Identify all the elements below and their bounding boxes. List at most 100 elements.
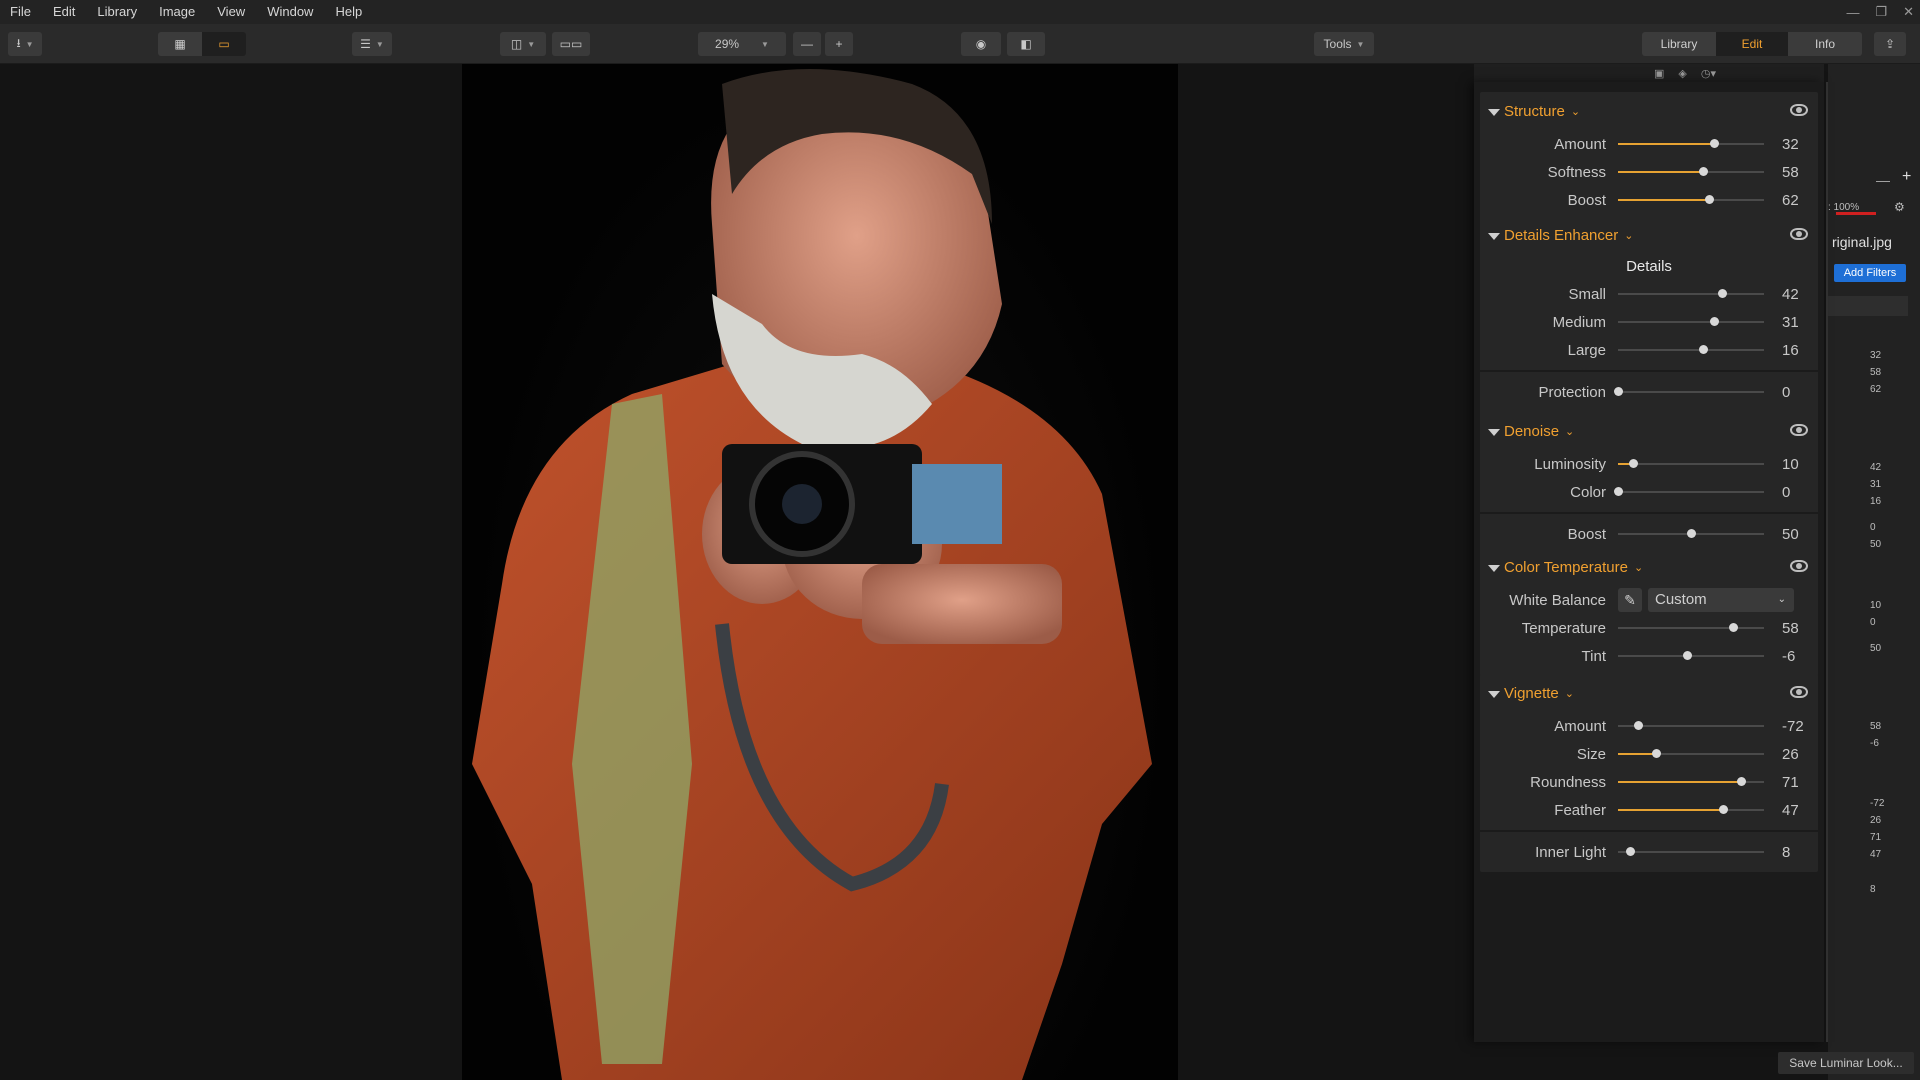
slider-handle[interactable] — [1710, 139, 1720, 148]
slider-value[interactable]: 16 — [1782, 342, 1799, 359]
slider-value[interactable]: 8 — [1782, 844, 1790, 861]
slider-track[interactable] — [1618, 167, 1764, 176]
zoom-out-button[interactable]: — — [793, 32, 821, 56]
menu-image[interactable]: Image — [148, 0, 206, 24]
slider-track[interactable] — [1618, 749, 1764, 758]
minimize-icon[interactable]: — — [1846, 5, 1859, 20]
slider-value[interactable]: 71 — [1782, 774, 1799, 791]
slider-vignette-amount[interactable]: Amount -72 — [1480, 712, 1818, 740]
slider-details-enhancer-small[interactable]: Small 42 — [1480, 280, 1818, 308]
slider-track[interactable] — [1618, 529, 1764, 538]
histogram-minus-icon[interactable]: — — [1876, 172, 1890, 188]
panel-scrollbar[interactable] — [1826, 82, 1828, 1042]
slider-denoise-luminosity[interactable]: Luminosity 10 — [1480, 450, 1818, 478]
slider-value[interactable]: -6 — [1782, 648, 1795, 665]
slider-track[interactable] — [1614, 387, 1764, 396]
chevron-down-icon[interactable]: ⌄ — [1571, 105, 1580, 118]
slider-value[interactable]: 42 — [1782, 286, 1799, 303]
slider-handle[interactable] — [1698, 345, 1708, 354]
slider-value[interactable]: 10 — [1782, 456, 1799, 473]
filmstrip-button[interactable]: ▭▭ — [552, 32, 590, 56]
section-header[interactable]: Structure ⌄ — [1480, 92, 1818, 130]
slider-details-enhancer-protection[interactable]: Protection 0 — [1480, 378, 1818, 406]
slider-color-temperature-tint[interactable]: Tint -6 — [1480, 642, 1818, 670]
slider-handle[interactable] — [1704, 195, 1714, 204]
save-look-button[interactable]: Save Luminar Look... — [1778, 1052, 1914, 1074]
collapse-triangle-icon[interactable] — [1488, 690, 1500, 698]
close-icon[interactable]: ✕ — [1903, 4, 1914, 20]
slider-track[interactable] — [1618, 459, 1764, 468]
slider-value[interactable]: 50 — [1782, 526, 1799, 543]
slider-value[interactable]: 0 — [1782, 384, 1790, 401]
eye-icon[interactable] — [1790, 424, 1808, 436]
histogram-plus-icon[interactable]: + — [1902, 168, 1911, 186]
slider-handle[interactable] — [1614, 487, 1623, 496]
slider-vignette-inner-light[interactable]: Inner Light 8 — [1480, 838, 1818, 866]
single-view-button[interactable]: ▭ — [202, 32, 246, 56]
slider-handle[interactable] — [1687, 529, 1696, 538]
slider-handle[interactable] — [1628, 459, 1638, 468]
slider-handle[interactable] — [1736, 777, 1746, 786]
slider-handle[interactable] — [1717, 289, 1727, 298]
slider-denoise-color[interactable]: Color 0 — [1480, 478, 1818, 506]
slider-handle[interactable] — [1709, 317, 1719, 326]
slider-handle[interactable] — [1682, 651, 1692, 660]
slider-value[interactable]: 58 — [1782, 620, 1799, 637]
slider-vignette-size[interactable]: Size 26 — [1480, 740, 1818, 768]
slider-handle[interactable] — [1698, 167, 1708, 176]
slider-track[interactable] — [1618, 777, 1764, 786]
eye-icon[interactable] — [1790, 560, 1808, 572]
preview-button[interactable]: ◉ — [961, 32, 1001, 56]
menu-view[interactable]: View — [206, 0, 256, 24]
slider-track[interactable] — [1614, 487, 1764, 496]
slider-track[interactable] — [1618, 651, 1764, 660]
slider-structure-amount[interactable]: Amount 32 — [1480, 130, 1818, 158]
chevron-down-icon[interactable]: ⌄ — [1624, 229, 1633, 242]
slider-value[interactable]: 58 — [1782, 164, 1799, 181]
eye-icon[interactable] — [1790, 228, 1808, 240]
tab-edit[interactable]: Edit — [1716, 32, 1788, 56]
slider-track[interactable] — [1618, 289, 1764, 298]
slider-value[interactable]: 0 — [1782, 484, 1790, 501]
slider-structure-boost[interactable]: Boost 62 — [1480, 186, 1818, 214]
slider-value[interactable]: -72 — [1782, 718, 1804, 735]
collapse-triangle-icon[interactable] — [1488, 564, 1500, 572]
tab-library[interactable]: Library — [1642, 32, 1716, 56]
image-icon[interactable]: ▣ — [1654, 67, 1664, 80]
restore-icon[interactable]: ❐ — [1875, 4, 1887, 20]
slider-track[interactable] — [1618, 805, 1764, 814]
compare-button[interactable]: ◧ — [1007, 32, 1045, 56]
slider-handle[interactable] — [1719, 805, 1729, 814]
menu-help[interactable]: Help — [324, 0, 373, 24]
layers-icon[interactable]: ◈ — [1678, 67, 1686, 80]
menu-file[interactable]: File — [0, 0, 42, 24]
slider-value[interactable]: 26 — [1782, 746, 1799, 763]
eye-icon[interactable] — [1790, 686, 1808, 698]
collapse-triangle-icon[interactable] — [1488, 428, 1500, 436]
chevron-down-icon[interactable]: ⌄ — [1565, 687, 1574, 700]
eye-icon[interactable] — [1790, 104, 1808, 116]
chevron-down-icon[interactable]: ⌄ — [1634, 561, 1643, 574]
slider-value[interactable]: 62 — [1782, 192, 1799, 209]
eyedropper-icon[interactable]: ✎ — [1618, 588, 1642, 612]
slider-details-enhancer-medium[interactable]: Medium 31 — [1480, 308, 1818, 336]
add-filters-button[interactable]: Add Filters — [1834, 264, 1906, 282]
slider-handle[interactable] — [1614, 387, 1623, 396]
slider-handle[interactable] — [1634, 721, 1644, 730]
section-header[interactable]: Vignette ⌄ — [1480, 674, 1818, 712]
tools-button[interactable]: Tools ▼ — [1314, 32, 1374, 56]
slider-track[interactable] — [1618, 721, 1764, 730]
chevron-down-icon[interactable]: ⌄ — [1565, 425, 1574, 438]
slider-color-temperature-temperature[interactable]: Temperature 58 — [1480, 614, 1818, 642]
zoom-in-button[interactable]: + — [825, 32, 853, 56]
slider-value[interactable]: 47 — [1782, 802, 1799, 819]
slider-denoise-boost[interactable]: Boost 50 — [1480, 520, 1818, 548]
layer-row[interactable] — [1828, 296, 1908, 316]
tab-info[interactable]: Info — [1788, 32, 1862, 56]
history-icon[interactable]: ◷▾ — [1701, 67, 1716, 80]
slider-track[interactable] — [1618, 195, 1764, 204]
slider-track[interactable] — [1618, 623, 1764, 632]
slider-value[interactable]: 31 — [1782, 314, 1799, 331]
slider-vignette-feather[interactable]: Feather 47 — [1480, 796, 1818, 824]
slider-handle[interactable] — [1729, 623, 1739, 632]
